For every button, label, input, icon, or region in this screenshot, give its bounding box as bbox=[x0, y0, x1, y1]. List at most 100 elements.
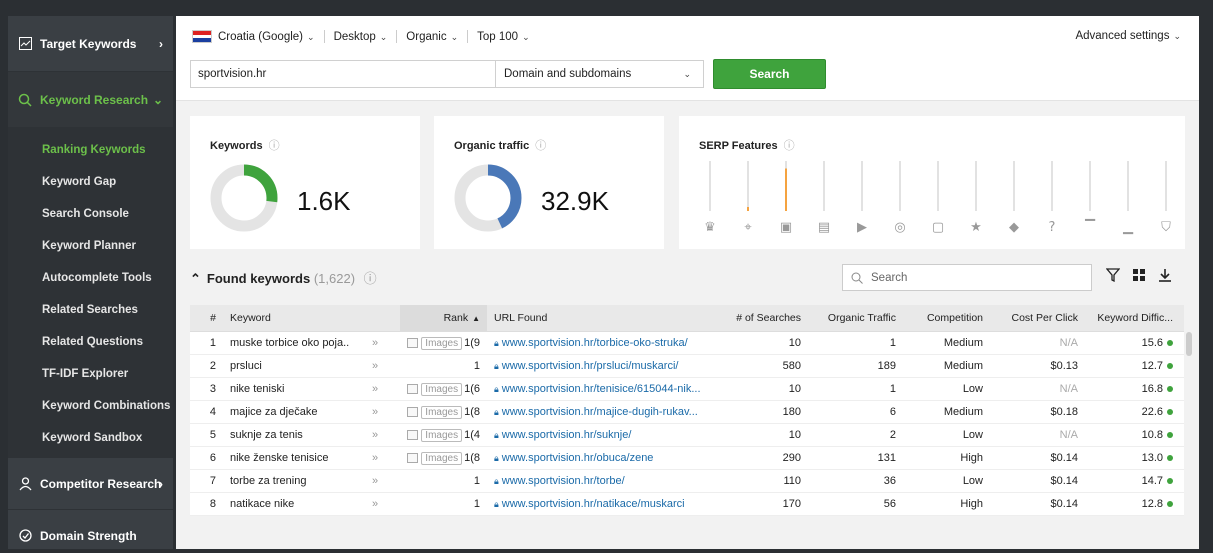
calendar-icon[interactable]: ▤ bbox=[818, 220, 830, 235]
url-link[interactable]: www.sportvision.hr/natikace/muskarci bbox=[502, 498, 685, 510]
scope-select[interactable]: Domain and subdomains ⌄ bbox=[496, 60, 704, 88]
row-keyword[interactable]: nike teniski bbox=[223, 383, 350, 395]
star-icon[interactable]: ★ bbox=[970, 220, 982, 235]
sidebar-item-search-console[interactable]: Search Console bbox=[8, 198, 173, 230]
sidebar-keyword-research[interactable]: Keyword Research ⌄ bbox=[8, 72, 173, 128]
col-searches[interactable]: # of Searches bbox=[711, 312, 808, 324]
row-url[interactable]: 🔒︎ www.sportvision.hr/prsluci/muskarci/ bbox=[487, 360, 711, 372]
row-url[interactable]: 🔒︎ www.sportvision.hr/majice-dugih-rukav.… bbox=[487, 406, 711, 418]
chevron-right-icon: › bbox=[159, 476, 163, 491]
col-url[interactable]: URL Found bbox=[487, 312, 711, 324]
crown-icon[interactable]: ♛ bbox=[704, 220, 716, 235]
expand-arrow-icon[interactable]: » bbox=[350, 337, 400, 349]
row-keyword[interactable]: torbe za trening bbox=[223, 475, 350, 487]
col-kd[interactable]: Keyword Diffic... bbox=[1085, 312, 1180, 324]
col-traffic[interactable]: Organic Traffic bbox=[808, 312, 903, 324]
filter-icon[interactable] bbox=[1106, 268, 1120, 282]
row-keyword[interactable]: natikace nike bbox=[223, 498, 350, 510]
square-icon[interactable]: ▢ bbox=[932, 220, 944, 235]
search-button[interactable]: Search bbox=[713, 59, 826, 89]
row-keyword[interactable]: muske torbice oko poja... bbox=[223, 337, 350, 349]
col-keyword[interactable]: Keyword bbox=[223, 312, 350, 324]
url-link[interactable]: www.sportvision.hr/prsluci/muskarci/ bbox=[502, 360, 679, 372]
row-url[interactable]: 🔒︎ www.sportvision.hr/torbice-oko-struka/ bbox=[487, 337, 711, 349]
sidebar-item-related-searches[interactable]: Related Searches bbox=[8, 294, 173, 326]
chevron-down-icon: ⌄ bbox=[522, 31, 530, 42]
question-icon[interactable]: ? bbox=[1049, 220, 1056, 235]
help-icon[interactable]: ⓘ bbox=[364, 271, 377, 286]
row-competition: Low bbox=[962, 429, 983, 441]
row-kd: 12.7 bbox=[1085, 360, 1180, 372]
table-row[interactable]: 7 torbe za trening» 1 🔒︎ www.sportvision.hr/… bbox=[190, 470, 1184, 493]
image-icon[interactable]: ▣ bbox=[780, 220, 792, 235]
url-link[interactable]: www.sportvision.hr/tenisice/615044-nik..… bbox=[502, 383, 701, 395]
advanced-settings[interactable]: Advanced settings ⌄ bbox=[1075, 30, 1181, 42]
col-cpc[interactable]: Cost Per Click bbox=[990, 312, 1085, 324]
found-keywords-header[interactable]: ⌃ Found keywords (1,622) ⓘ bbox=[190, 268, 377, 287]
row-cpc: $0.13 bbox=[1050, 360, 1078, 372]
col-rank[interactable]: Rank ▲ bbox=[400, 305, 487, 331]
table-row[interactable]: 2 prsluci» 1 🔒︎ www.sportvision.hr/prsluci/m… bbox=[190, 355, 1184, 378]
table-row[interactable]: 1 muske torbice oko poja...» Images 1(9 🔒︎ ww… bbox=[190, 332, 1184, 355]
domain-input[interactable] bbox=[190, 60, 496, 88]
graduation-icon[interactable]: ◆ bbox=[1009, 220, 1019, 235]
sidebar-item-tf-idf-explorer[interactable]: TF-IDF Explorer bbox=[8, 358, 173, 390]
circle-icon[interactable]: ◎ bbox=[894, 220, 905, 235]
table-row[interactable]: 4 majice za dječake» Images 1(8 🔒︎ www.sportv… bbox=[190, 401, 1184, 424]
table-row[interactable]: 3 nike teniski» Images 1(6 🔒︎ www.sportvision… bbox=[190, 378, 1184, 401]
row-keyword[interactable]: suknje za tenis bbox=[223, 429, 350, 441]
ad-top-icon[interactable]: ▔ bbox=[1084, 218, 1096, 235]
download-icon[interactable] bbox=[1158, 268, 1172, 282]
url-link[interactable]: www.sportvision.hr/obuca/zene bbox=[502, 452, 654, 464]
table-scrollbar[interactable] bbox=[1186, 332, 1192, 356]
help-icon[interactable]: ⓘ bbox=[535, 140, 546, 152]
sidebar-domain-strength[interactable]: Domain Strength bbox=[8, 510, 173, 553]
col-competition[interactable]: Competition bbox=[903, 312, 990, 324]
url-link[interactable]: www.sportvision.hr/torbice-oko-struka/ bbox=[502, 337, 688, 349]
help-icon[interactable]: ⓘ bbox=[784, 140, 795, 152]
expand-arrow-icon[interactable]: » bbox=[350, 429, 400, 441]
video-icon[interactable]: ▶ bbox=[857, 220, 867, 235]
expand-arrow-icon[interactable]: » bbox=[350, 383, 400, 395]
device-select[interactable]: Desktop ⌄ bbox=[334, 31, 388, 43]
table-row[interactable]: 8 natikace nike» 1 🔒︎ www.sportvision.hr/nat… bbox=[190, 493, 1184, 516]
expand-arrow-icon[interactable]: » bbox=[350, 452, 400, 464]
row-keyword[interactable]: nike ženske tenisice bbox=[223, 452, 350, 464]
expand-arrow-icon[interactable]: » bbox=[350, 498, 400, 510]
sidebar-target-keywords[interactable]: Target Keywords › bbox=[8, 16, 173, 72]
table-row[interactable]: 6 nike ženske tenisice» Images 1(8 🔒︎ www.spo… bbox=[190, 447, 1184, 470]
url-link[interactable]: www.sportvision.hr/majice-dugih-rukav... bbox=[502, 406, 698, 418]
url-link[interactable]: www.sportvision.hr/suknje/ bbox=[502, 429, 632, 441]
top-select[interactable]: Top 100 ⌄ bbox=[477, 31, 529, 43]
expand-arrow-icon[interactable]: » bbox=[350, 475, 400, 487]
sidebar-item-related-questions[interactable]: Related Questions bbox=[8, 326, 173, 358]
col-num[interactable]: # bbox=[190, 312, 223, 324]
sidebar-item-keyword-planner[interactable]: Keyword Planner bbox=[8, 230, 173, 262]
country-select[interactable]: Croatia (Google) ⌄ bbox=[218, 31, 315, 43]
row-url[interactable]: 🔒︎ www.sportvision.hr/torbe/ bbox=[487, 475, 711, 487]
sidebar-item-keyword-gap[interactable]: Keyword Gap bbox=[8, 166, 173, 198]
row-keyword[interactable]: majice za dječake bbox=[223, 406, 350, 418]
table-row[interactable]: 5 suknje za tenis» Images 1(4 🔒︎ www.sportvis… bbox=[190, 424, 1184, 447]
row-url[interactable]: 🔒︎ www.sportvision.hr/suknje/ bbox=[487, 429, 711, 441]
row-url[interactable]: 🔒︎ www.sportvision.hr/obuca/zene bbox=[487, 452, 711, 464]
ad-bottom-icon[interactable]: ▁ bbox=[1122, 220, 1134, 235]
table-search-input[interactable]: Search bbox=[842, 264, 1092, 291]
collapse-icon[interactable]: ⌃ bbox=[190, 271, 201, 286]
sidebar-item-ranking-keywords[interactable]: Ranking Keywords bbox=[8, 134, 173, 166]
sidebar-item-keyword-sandbox[interactable]: Keyword Sandbox bbox=[8, 422, 173, 454]
expand-arrow-icon[interactable]: » bbox=[350, 406, 400, 418]
location-icon[interactable]: ⌖ bbox=[744, 220, 752, 235]
row-keyword[interactable]: prsluci bbox=[223, 360, 350, 372]
type-select[interactable]: Organic ⌄ bbox=[406, 31, 458, 43]
columns-icon[interactable] bbox=[1132, 268, 1146, 282]
cart-icon[interactable]: ⛉ bbox=[1161, 220, 1171, 235]
expand-arrow-icon[interactable]: » bbox=[350, 360, 400, 372]
help-icon[interactable]: ⓘ bbox=[269, 140, 280, 152]
url-link[interactable]: www.sportvision.hr/torbe/ bbox=[502, 475, 625, 487]
row-url[interactable]: 🔒︎ www.sportvision.hr/tenisice/615044-nik… bbox=[487, 383, 711, 395]
row-url[interactable]: 🔒︎ www.sportvision.hr/natikace/muskarci bbox=[487, 498, 711, 510]
sidebar-competitor-research[interactable]: Competitor Research › bbox=[8, 458, 173, 510]
sidebar-item-autocomplete-tools[interactable]: Autocomplete Tools bbox=[8, 262, 173, 294]
sidebar-item-keyword-combinations[interactable]: Keyword Combinations bbox=[8, 390, 173, 422]
